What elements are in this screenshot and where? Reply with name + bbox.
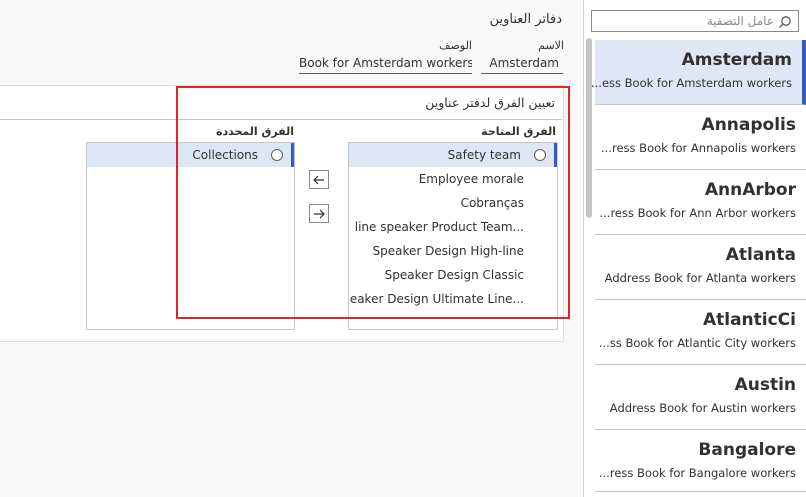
address-books-page: دفاتر العناوين الاسم Amsterdam الوصف Boo… — [0, 0, 806, 497]
available-team-item[interactable]: eaker Design Ultimate Line... — [349, 287, 557, 311]
list-item[interactable]: Amsterdam ess Book for Amsterdam workers.… — [591, 40, 806, 105]
radio-circle-icon[interactable] — [534, 149, 546, 161]
selected-teams-list[interactable]: Collections — [86, 142, 295, 330]
selected-teams-label: الفرق المحددة — [215, 125, 294, 138]
assign-teams-panel: تعيين الفرق لدفتر عناوين الفرق المتاحة ا… — [0, 85, 564, 342]
description-field[interactable]: Book for Amsterdam workers... — [299, 54, 472, 74]
available-team-item[interactable]: Employee morale — [349, 167, 557, 191]
list-item[interactable]: Bangalore ress Book for Bangalore workers… — [595, 430, 806, 492]
available-teams-label: الفرق المتاحة — [481, 125, 556, 138]
filter-box[interactable] — [591, 10, 799, 32]
radio-circle-icon[interactable] — [271, 149, 283, 161]
list-item[interactable]: AnnArbor ress Book for Ann Arbor workers.… — [595, 170, 806, 235]
available-team-item[interactable]: Speaker Design High-line — [349, 239, 557, 263]
available-team-item[interactable]: Safety team — [349, 143, 557, 167]
available-team-item[interactable]: Cobranças — [349, 191, 557, 215]
list-item[interactable]: Austin Address Book for Austin workers — [595, 365, 806, 430]
panel-title: تعيين الفرق لدفتر عناوين — [425, 95, 555, 110]
filter-input[interactable] — [604, 14, 774, 28]
list-item[interactable]: Atlanta Address Book for Atlanta workers — [595, 235, 806, 300]
address-book-list-pane: Amsterdamess Book for Amsterdam workers.… — [583, 0, 806, 497]
selected-team-item[interactable]: Collections — [87, 143, 294, 167]
available-teams-list[interactable]: Safety team Employee morale Cobranças li… — [348, 142, 558, 330]
panel-divider — [0, 119, 562, 120]
address-book-list: Amsterdam ess Book for Amsterdam workers.… — [591, 40, 806, 492]
page-title: دفاتر العناوين — [489, 12, 562, 27]
name-label: الاسم — [538, 39, 564, 52]
move-right-button[interactable] — [309, 204, 329, 223]
name-field[interactable]: Amsterdam — [481, 54, 563, 74]
list-scrollbar[interactable] — [586, 38, 592, 218]
arrow-left-icon — [313, 175, 324, 184]
description-label: الوصف — [439, 39, 472, 52]
available-team-item[interactable]: line speaker Product Team... — [349, 215, 557, 239]
arrow-right-icon — [314, 209, 325, 218]
available-team-item[interactable]: Speaker Design Classic — [349, 263, 557, 287]
move-left-button[interactable] — [309, 170, 329, 189]
list-item[interactable]: Annapolis ress Book for Annapolis workers… — [595, 105, 806, 170]
list-item[interactable]: AtlanticCi ss Book for Atlantic City work… — [595, 300, 806, 365]
search-icon — [778, 14, 792, 28]
